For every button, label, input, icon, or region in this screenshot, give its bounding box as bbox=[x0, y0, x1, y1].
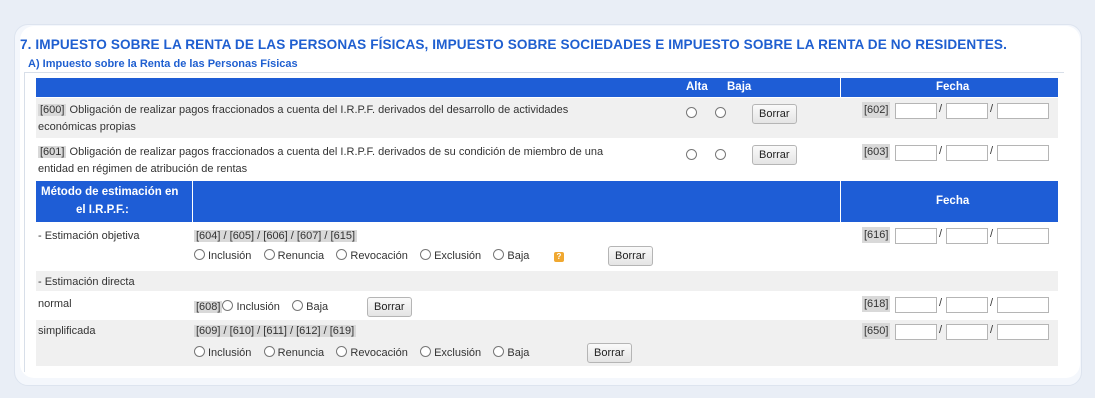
option-baja-radio[interactable] bbox=[493, 346, 505, 357]
option-exclusion-radio[interactable] bbox=[420, 346, 432, 357]
date-code-603: [603] bbox=[862, 144, 891, 160]
option-renuncia-radio[interactable] bbox=[263, 249, 275, 260]
row-601-line2: entidad en régimen de atribución de rent… bbox=[38, 163, 248, 175]
date-day-input[interactable] bbox=[895, 145, 937, 161]
date-day-input[interactable] bbox=[895, 324, 937, 340]
estimacion-objetiva-label: - Estimación objetiva bbox=[38, 230, 140, 242]
date-month-input[interactable] bbox=[946, 145, 988, 161]
estimacion-objetiva-options: Inclusión Renuncia Revocación Exclusión … bbox=[194, 248, 570, 264]
simplificada-date: [650] / / bbox=[862, 323, 1052, 340]
date-sep: / bbox=[990, 103, 994, 115]
option-revocacion-radio[interactable] bbox=[336, 346, 348, 357]
header-metodo-line2: el I.R.P.F.: bbox=[76, 204, 129, 216]
estimacion-directa-row: - Estimación directa bbox=[36, 271, 1058, 291]
date-sep: / bbox=[939, 297, 943, 309]
date-year-input[interactable] bbox=[997, 228, 1049, 244]
simplificada-codes: [609] / [610] / [611] / [612] / [619] bbox=[194, 325, 357, 337]
row-600-line1: Obligación de realizar pagos fraccionado… bbox=[66, 104, 569, 116]
normal-borrar-button[interactable]: Borrar bbox=[367, 297, 412, 317]
row-600-baja-radio[interactable] bbox=[715, 107, 726, 118]
date-sep: / bbox=[990, 145, 994, 157]
header-metodo-line1: Método de estimación en bbox=[41, 186, 179, 198]
option-exclusion-radio[interactable] bbox=[420, 249, 432, 260]
header-divider bbox=[840, 181, 841, 222]
row-601-baja-radio[interactable] bbox=[715, 149, 726, 160]
date-day-input[interactable] bbox=[895, 297, 937, 313]
date-year-input[interactable] bbox=[997, 297, 1049, 313]
simplificada-borrar-button[interactable]: Borrar bbox=[587, 343, 632, 363]
table-row-600: [600] Obligación de realizar pagos fracc… bbox=[36, 98, 1058, 138]
date-year-input[interactable] bbox=[997, 103, 1049, 119]
section-title: 7. IMPUESTO SOBRE LA RENTA DE LAS PERSON… bbox=[20, 37, 1007, 52]
date-month-input[interactable] bbox=[946, 228, 988, 244]
code-608: [608] bbox=[194, 301, 223, 313]
date-month-input[interactable] bbox=[946, 297, 988, 313]
row-600-borrar-button[interactable]: Borrar bbox=[752, 104, 797, 124]
date-code-616: [616] bbox=[862, 227, 891, 243]
row-601-date: [603] / / bbox=[862, 144, 1052, 161]
help-icon[interactable]: ? bbox=[553, 252, 564, 262]
row-600-line2: económicas propias bbox=[38, 121, 136, 133]
option-inclusion-radio[interactable] bbox=[194, 346, 205, 357]
date-month-input[interactable] bbox=[946, 324, 988, 340]
header-fecha: Fecha bbox=[936, 81, 970, 93]
normal-label: normal bbox=[38, 298, 72, 310]
row-600-text: [600] Obligación de realizar pagos fracc… bbox=[38, 102, 568, 118]
option-renuncia-radio[interactable] bbox=[263, 346, 275, 357]
simplificada-options: Inclusión Renuncia Revocación Exclusión … bbox=[194, 345, 529, 361]
option-revocacion-radio[interactable] bbox=[336, 249, 348, 260]
date-year-input[interactable] bbox=[997, 324, 1049, 340]
date-year-input[interactable] bbox=[997, 145, 1049, 161]
header-baja: Baja bbox=[727, 81, 752, 93]
simplificada-row: simplificada [609] / [610] / [611] / [61… bbox=[36, 320, 1058, 366]
row-601-line1: Obligación de realizar pagos fraccionado… bbox=[66, 146, 604, 158]
normal-date: [618] / / bbox=[862, 296, 1052, 313]
option-baja-radio[interactable] bbox=[292, 300, 304, 311]
header-divider bbox=[840, 78, 841, 97]
table-header: Alta Baja Fecha bbox=[36, 78, 1058, 97]
estimacion-objetiva-date: [616] / / bbox=[862, 227, 1052, 244]
row-601-text: [601] Obligación de realizar pagos fracc… bbox=[38, 144, 603, 160]
date-code-618: [618] bbox=[862, 296, 891, 312]
fieldset-top-border bbox=[24, 72, 1064, 73]
option-inclusion-radio[interactable] bbox=[222, 300, 234, 311]
header-fecha-2: Fecha bbox=[936, 195, 970, 207]
normal-row: normal [608] Inclusión Baja Borrar [618] … bbox=[36, 292, 1058, 318]
option-inclusion-radio[interactable] bbox=[194, 249, 205, 260]
date-day-input[interactable] bbox=[895, 103, 937, 119]
date-sep: / bbox=[939, 145, 943, 157]
normal-options: [608] Inclusión Baja bbox=[194, 300, 329, 313]
date-code-650: [650] bbox=[862, 323, 891, 339]
header-alta: Alta bbox=[686, 81, 708, 93]
date-sep: / bbox=[990, 324, 994, 336]
date-day-input[interactable] bbox=[895, 228, 937, 244]
simplificada-label: simplificada bbox=[38, 325, 96, 337]
subsection-title: A) Impuesto sobre la Renta de las Person… bbox=[28, 58, 298, 70]
code-600: [600] bbox=[38, 104, 67, 116]
table-row-601: [601] Obligación de realizar pagos fracc… bbox=[36, 140, 1058, 178]
method-header: Método de estimación en el I.R.P.F.: Fec… bbox=[36, 181, 1058, 222]
date-sep: / bbox=[939, 324, 943, 336]
row-600-date: [602] / / bbox=[862, 102, 1052, 119]
row-600-alta-radio[interactable] bbox=[686, 107, 697, 118]
fieldset-left-border bbox=[24, 72, 25, 372]
date-sep: / bbox=[939, 228, 943, 240]
estimacion-objetiva-codes: [604] / [605] / [606] / [607] / [615] bbox=[194, 230, 358, 242]
estimacion-objetiva-row: - Estimación objetiva [604] / [605] / [6… bbox=[36, 224, 1058, 268]
option-baja-radio[interactable] bbox=[493, 249, 505, 260]
row-601-borrar-button[interactable]: Borrar bbox=[752, 145, 797, 165]
header-divider bbox=[192, 181, 193, 222]
date-sep: / bbox=[990, 228, 994, 240]
date-sep: / bbox=[990, 297, 994, 309]
row-601-alta-radio[interactable] bbox=[686, 149, 697, 160]
code-601: [601] bbox=[38, 146, 67, 158]
estimacion-objetiva-borrar-button[interactable]: Borrar bbox=[608, 246, 653, 266]
date-month-input[interactable] bbox=[946, 103, 988, 119]
date-sep: / bbox=[939, 103, 943, 115]
estimacion-directa-label: - Estimación directa bbox=[38, 276, 135, 288]
date-code-602: [602] bbox=[862, 102, 891, 118]
